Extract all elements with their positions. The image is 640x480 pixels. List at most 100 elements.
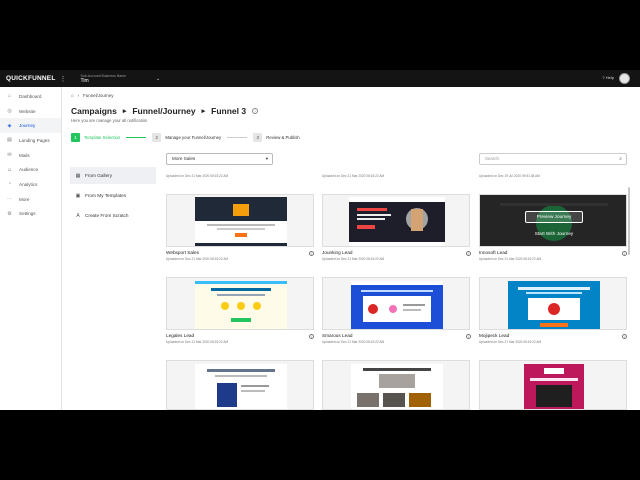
info-icon[interactable]: i — [466, 334, 471, 339]
template-name: Legales Lead — [166, 333, 195, 338]
upload-date: Uploaded on Dec 21 Mar 2020 08:15:22 AM — [166, 257, 229, 261]
upload-date: Uploaded on Dec 21 Mar 2020 08:15:22 AM — [479, 257, 542, 261]
step-label[interactable]: Review & Publish — [266, 135, 299, 140]
account-name: Tim — [80, 77, 89, 84]
info-icon[interactable]: i — [309, 334, 314, 339]
template-card-smarous[interactable] — [322, 277, 470, 330]
template-thumbnail — [323, 278, 469, 329]
help-link[interactable]: ? Help — [602, 75, 614, 80]
main-content: ⌂ › Funnel/Journey Campaigns ▸ Funnel/Jo… — [62, 87, 640, 410]
gallery-icon: ▦ — [75, 172, 81, 179]
chart-icon: ◔ — [7, 181, 12, 188]
breadcrumb-separator: › — [77, 93, 80, 98]
title-funnel-journey[interactable]: Funnel/Journey — [132, 106, 195, 116]
scrollbar[interactable] — [628, 187, 630, 255]
app-logo: QUICKFUNNEL — [6, 75, 56, 82]
chevron-down-icon[interactable]: ⌄ — [156, 76, 160, 82]
template-thumbnail — [167, 361, 313, 409]
sidebar-item-audience[interactable]: ☺ Audience — [0, 162, 61, 177]
upload-date: Uploaded on Dec 21 Mar 2020 08:15:22 AM — [322, 174, 385, 178]
sidebar-item-journey[interactable]: ◈ Journey — [0, 118, 61, 134]
search-input[interactable]: Search ⌕ — [479, 153, 627, 165]
search-icon[interactable]: ⌕ — [619, 154, 622, 164]
step-label[interactable]: Template Selection — [84, 135, 120, 140]
info-icon[interactable]: i — [309, 251, 314, 256]
search-placeholder: Search — [485, 156, 499, 161]
breadcrumb-current[interactable]: Funnel/Journey — [83, 93, 113, 98]
home-icon: ⌂ — [7, 93, 12, 100]
template-card-websport[interactable] — [166, 194, 314, 247]
template-card-row3-1[interactable] — [166, 360, 314, 410]
template-name: Websport Sales — [166, 250, 200, 255]
step-number: 2 — [152, 133, 162, 142]
upload-date: Uploaded on Dec 21 Mar 2020 08:15:22 AM — [322, 340, 385, 344]
source-from-my-templates[interactable]: ▣ From My Templates — [70, 187, 156, 204]
template-thumbnail — [167, 195, 313, 246]
app-window: QUICKFUNNEL ⋮ Sub-Account Business Name … — [0, 70, 640, 410]
template-thumbnail — [480, 361, 626, 409]
page-title: Campaigns ▸ Funnel/Journey ▸ Funnel 3 i — [71, 106, 259, 116]
info-icon[interactable]: i — [622, 334, 627, 339]
sidebar-item-label: More — [19, 196, 30, 202]
avatar[interactable] — [619, 73, 630, 84]
sidebar-item-label: Audience — [19, 167, 39, 173]
template-card-legales[interactable] — [166, 277, 314, 330]
template-icon: ▣ — [75, 192, 81, 199]
source-label: From Gallery — [85, 173, 113, 178]
template-thumbnail — [167, 278, 313, 329]
sidebar-item-landing-pages[interactable]: ▤ Landing Pages — [0, 133, 61, 148]
breadcrumb: ⌂ › Funnel/Journey — [71, 93, 113, 98]
home-icon[interactable]: ⌂ — [71, 93, 74, 98]
account-switcher[interactable]: Sub-Account Business Name Tim — [81, 74, 127, 84]
sidebar-item-label: Journey — [19, 123, 36, 129]
info-icon[interactable]: i — [252, 108, 259, 114]
step-connector — [126, 136, 147, 139]
more-icon: ⋯ — [7, 196, 12, 203]
chevron-right-icon: ▸ — [201, 108, 206, 115]
source-label: From My Templates — [85, 193, 127, 198]
template-source-list: ▦ From Gallery ▣ From My Templates A Create… — [70, 167, 156, 227]
preview-journey-button[interactable]: Preview Journey — [525, 211, 583, 223]
template-thumbnail — [323, 361, 469, 409]
template-card-innosoft[interactable]: Preview Journey Start With Journey — [479, 194, 627, 247]
sidebar-item-more[interactable]: ⋯ More — [0, 192, 61, 207]
gear-icon: ⚙ — [7, 210, 12, 217]
title-funnel-name: Funnel 3 — [211, 106, 247, 116]
sidebar-item-settings[interactable]: ⚙ Settings — [0, 207, 61, 222]
journey-icon: ◈ — [7, 122, 12, 129]
upload-date: Uploaded on Dec 21 Mar 2020 08:15:22 AM — [166, 174, 229, 178]
category-selected: More Sales — [172, 156, 196, 161]
top-bar: QUICKFUNNEL ⋮ Sub-Account Business Name … — [0, 70, 640, 87]
page-subtitle: Here you are manage your all notificatio… — [71, 118, 148, 123]
help-icon: ? — [602, 75, 605, 80]
source-label: Create From Scratch — [85, 213, 129, 218]
sidebar-item-website[interactable]: ◎ Website — [0, 104, 61, 119]
title-campaigns[interactable]: Campaigns — [71, 106, 117, 116]
sidebar-item-label: Mails — [19, 152, 30, 158]
template-card-row3-3[interactable] — [479, 360, 627, 410]
start-with-journey-button[interactable]: Start With Journey — [524, 229, 584, 239]
step-number: 3 — [253, 133, 263, 142]
sidebar-item-analytics[interactable]: ◔ Analytics — [0, 177, 61, 192]
source-from-gallery[interactable]: ▦ From Gallery — [70, 167, 156, 184]
globe-icon: ◎ — [7, 108, 12, 115]
chevron-right-icon: ▸ — [122, 108, 127, 115]
more-vertical-icon[interactable]: ⋮ — [60, 75, 67, 83]
upload-date: Uploaded on Dec 21 Mar 2020 08:15:22 AM — [166, 340, 229, 344]
template-name: Mojipeck Lead — [479, 333, 510, 338]
sidebar-item-label: Analytics — [19, 181, 38, 187]
sidebar-item-dashboard[interactable]: ⌂ Dashboard — [0, 89, 61, 104]
info-icon[interactable]: i — [466, 251, 471, 256]
template-thumbnail — [480, 278, 626, 329]
template-card-jounking[interactable] — [322, 194, 470, 247]
template-card-row3-2[interactable] — [322, 360, 470, 410]
people-icon: ☺ — [6, 166, 13, 173]
category-select[interactable]: More Sales ▾ — [166, 153, 273, 165]
sidebar-item-mails[interactable]: ✉ Mails — [0, 148, 61, 163]
info-icon[interactable]: i — [622, 251, 627, 256]
sidebar-item-label: Dashboard — [19, 93, 42, 99]
step-label[interactable]: Manage your Funnel/Journey — [165, 135, 221, 140]
page-icon: ▤ — [7, 137, 12, 144]
template-card-mojipeck[interactable] — [479, 277, 627, 330]
source-create-from-scratch[interactable]: A Create From Scratch — [70, 207, 156, 224]
